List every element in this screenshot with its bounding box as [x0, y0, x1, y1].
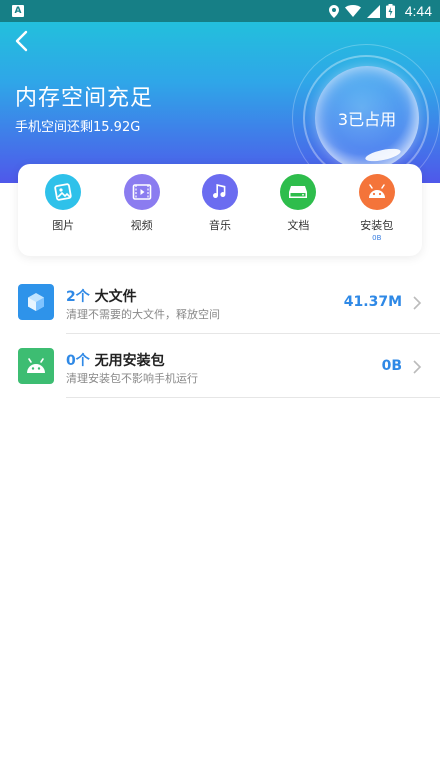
chevron-right-icon — [413, 360, 422, 374]
image-icon — [45, 174, 82, 210]
list-value: 0B — [381, 358, 402, 374]
list-title: 0个 无用安装包 — [66, 350, 165, 370]
bubble-usage-text: 3已占用 — [337, 110, 397, 129]
cube-icon — [18, 284, 54, 320]
category-videos[interactable]: 视频 — [107, 174, 177, 256]
list-title-text: 无用安装包 — [94, 353, 165, 369]
file-count: 2个 — [66, 289, 90, 305]
category-card: 图片 视频 音乐 文档 安装包 0B — [18, 164, 422, 256]
list-item-large-files[interactable]: 2个 大文件 清理不需要的大文件，释放空间 41.37M — [0, 270, 440, 334]
category-label: 视频 — [130, 219, 153, 232]
category-documents[interactable]: 文档 — [263, 174, 333, 256]
chevron-right-icon — [413, 296, 422, 310]
list-desc: 清理不需要的大文件，释放空间 — [66, 308, 220, 321]
category-label: 图片 — [52, 219, 75, 232]
list-title-text: 大文件 — [94, 289, 137, 305]
back-button[interactable] — [8, 28, 34, 54]
page-title: 内存空间充足 — [15, 86, 154, 111]
location-icon — [328, 4, 339, 18]
wifi-icon — [344, 5, 361, 17]
video-icon — [123, 174, 160, 210]
notification-icon: A — [12, 5, 24, 17]
list-value: 41.37M — [343, 294, 402, 310]
back-arrow-icon — [15, 30, 28, 52]
list-title: 2个 大文件 — [66, 286, 137, 306]
category-label: 文档 — [287, 219, 310, 232]
category-label: 安装包 — [360, 219, 394, 232]
battery-charging-icon — [385, 4, 395, 18]
document-icon — [280, 174, 317, 210]
signal-icon — [366, 4, 380, 18]
list-desc: 清理安装包不影响手机运行 — [66, 372, 198, 385]
list-item-useless-apk[interactable]: 0个 无用安装包 清理安装包不影响手机运行 0B — [0, 334, 440, 398]
android-icon — [358, 174, 395, 210]
status-time: 4:44 — [404, 3, 432, 19]
status-bar: A 4:44 — [0, 0, 440, 22]
divider — [66, 397, 440, 398]
category-images[interactable]: 图片 — [28, 174, 98, 256]
android-icon — [18, 348, 54, 384]
category-size: 0B — [372, 234, 382, 242]
storage-remaining: 手机空间还剩15.92G — [15, 120, 141, 135]
category-apk[interactable]: 安装包 0B — [342, 174, 412, 256]
music-icon — [201, 174, 238, 210]
file-count: 0个 — [66, 353, 90, 369]
header: A 4:44 内存空间充足 手机空间还剩15.92G 3已占用 — [0, 0, 440, 183]
category-label: 音乐 — [208, 219, 231, 232]
category-music[interactable]: 音乐 — [185, 174, 255, 256]
